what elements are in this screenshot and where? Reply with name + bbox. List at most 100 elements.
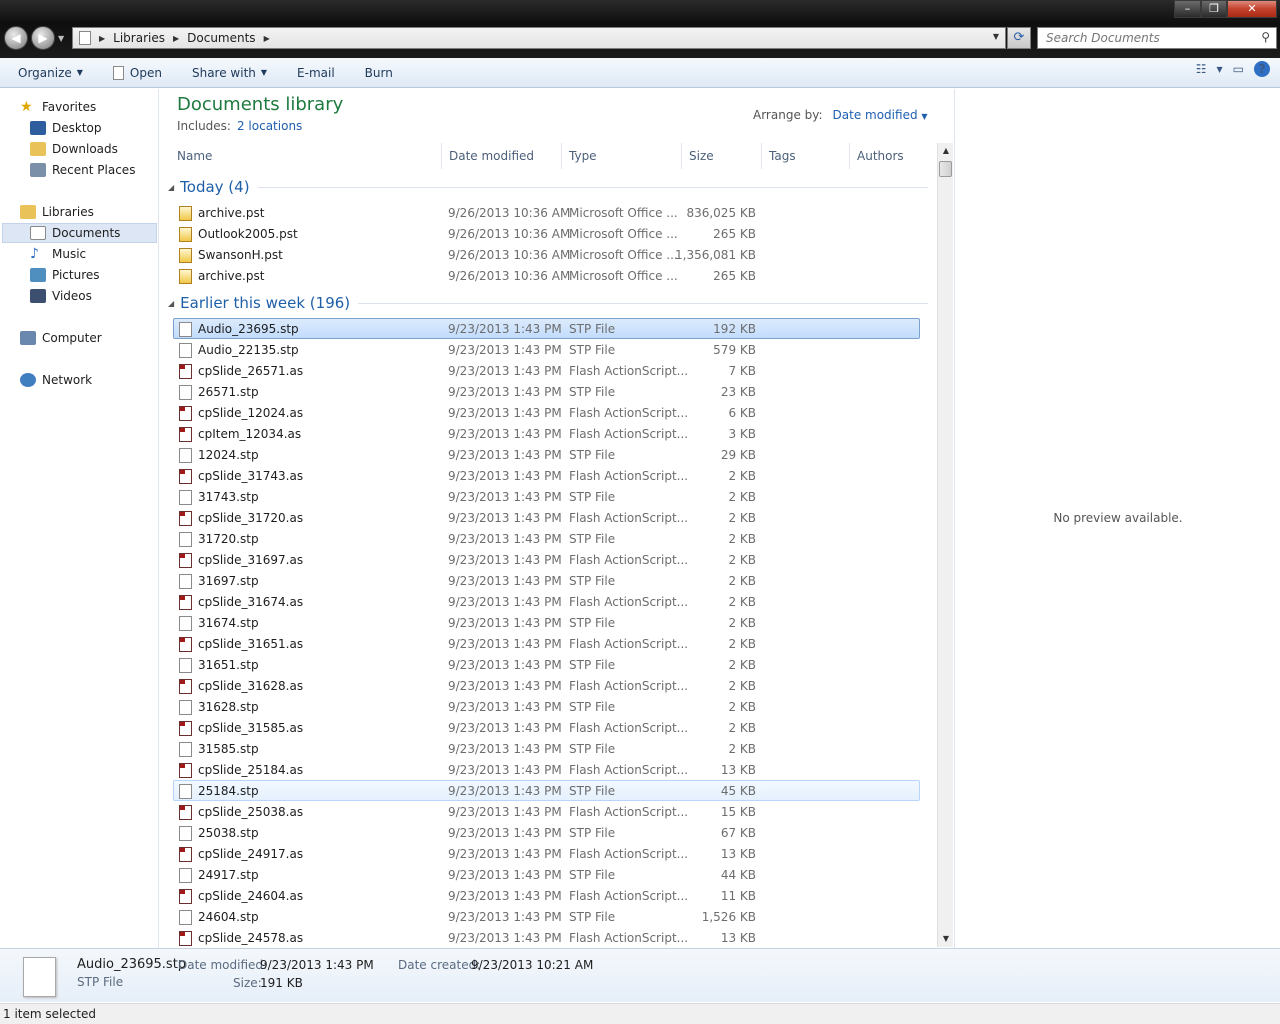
file-row[interactable]: archive.pst 9/26/2013 10:36 AM Microsoft O… bbox=[173, 202, 920, 223]
scroll-down-icon[interactable]: ▼ bbox=[938, 931, 954, 947]
nav-documents[interactable]: Documents bbox=[2, 223, 157, 243]
group-header-earlier-this-week[interactable]: ◢ Earlier this week (196) bbox=[168, 293, 928, 313]
email-button[interactable]: E-mail bbox=[282, 60, 350, 86]
burn-button[interactable]: Burn bbox=[350, 60, 408, 86]
breadcrumb-separator-icon[interactable]: ▶ bbox=[173, 34, 179, 43]
help-icon[interactable]: ? bbox=[1254, 61, 1270, 77]
generic-file-icon bbox=[179, 826, 192, 841]
file-row[interactable]: 24604.stp 9/23/2013 1:43 PM STP File 1,526 … bbox=[173, 906, 920, 927]
scroll-up-icon[interactable]: ▲ bbox=[938, 143, 954, 159]
breadcrumb-separator-icon[interactable]: ▶ bbox=[99, 34, 105, 43]
file-row[interactable]: Outlook2005.pst 9/26/2013 10:36 AM Microso… bbox=[173, 223, 920, 244]
file-row[interactable]: cpSlide_25184.as 9/23/2013 1:43 PM Flash A… bbox=[173, 759, 920, 780]
file-type: Flash ActionScript... bbox=[569, 553, 689, 567]
group-header-today[interactable]: ◢ Today (4) bbox=[168, 177, 928, 197]
view-options-icon[interactable]: ☷ bbox=[1196, 62, 1207, 76]
nav-pictures[interactable]: Pictures bbox=[30, 265, 100, 285]
file-row[interactable]: cpSlide_31743.as 9/23/2013 1:43 PM Flash A… bbox=[173, 465, 920, 486]
file-type: STP File bbox=[569, 574, 616, 588]
recent-pages-dropdown[interactable]: ▼ bbox=[58, 34, 64, 43]
column-name[interactable]: Name bbox=[170, 143, 442, 169]
share-with-button[interactable]: Share with ▼ bbox=[177, 60, 282, 86]
back-button[interactable]: ◀ bbox=[4, 26, 28, 50]
file-row[interactable]: SwansonH.pst 9/26/2013 10:36 AM Microsoft … bbox=[173, 244, 920, 265]
nav-network[interactable]: Network bbox=[20, 370, 92, 390]
nav-desktop[interactable]: Desktop bbox=[30, 118, 102, 138]
nav-recent-places[interactable]: Recent Places bbox=[30, 160, 135, 180]
file-row[interactable]: 12024.stp 9/23/2013 1:43 PM STP File 29 KB bbox=[173, 444, 920, 465]
breadcrumb-separator-icon[interactable]: ▶ bbox=[264, 34, 270, 43]
file-row[interactable]: cpSlide_25038.as 9/23/2013 1:43 PM Flash A… bbox=[173, 801, 920, 822]
nav-music[interactable]: ♪ Music bbox=[30, 244, 86, 264]
file-row[interactable]: cpSlide_12024.as 9/23/2013 1:43 PM Flash A… bbox=[173, 402, 920, 423]
file-row[interactable]: cpSlide_31585.as 9/23/2013 1:43 PM Flash A… bbox=[173, 717, 920, 738]
file-type: Flash ActionScript... bbox=[569, 406, 689, 420]
details-date-created[interactable]: 9/23/2013 10:21 AM bbox=[471, 958, 593, 972]
maximize-button[interactable]: ❐ bbox=[1201, 0, 1227, 18]
file-row[interactable]: 26571.stp 9/23/2013 1:43 PM STP File 23 KB bbox=[173, 381, 920, 402]
refresh-button[interactable]: ⟳ bbox=[1007, 27, 1031, 49]
column-tags[interactable]: Tags bbox=[762, 143, 850, 169]
arrange-by-dropdown[interactable]: Date modified ▼ bbox=[833, 108, 928, 122]
file-row[interactable]: archive.pst 9/26/2013 10:36 AM Microsoft O… bbox=[173, 265, 920, 286]
file-date-modified: 9/23/2013 1:43 PM bbox=[448, 868, 562, 882]
file-row[interactable]: 31697.stp 9/23/2013 1:43 PM STP File 2 KB bbox=[173, 570, 920, 591]
minimize-button[interactable]: – bbox=[1174, 0, 1201, 18]
file-row[interactable]: 24917.stp 9/23/2013 1:43 PM STP File 44 KB bbox=[173, 864, 920, 885]
file-row[interactable]: cpSlide_26571.as 9/23/2013 1:43 PM Flash A… bbox=[173, 360, 920, 381]
actionscript-file-icon bbox=[179, 511, 192, 526]
file-row[interactable]: Audio_22135.stp 9/23/2013 1:43 PM STP File… bbox=[173, 339, 920, 360]
breadcrumb-libraries[interactable]: Libraries bbox=[113, 31, 165, 45]
breadcrumb-documents[interactable]: Documents bbox=[187, 31, 255, 45]
file-row[interactable]: cpSlide_31720.as 9/23/2013 1:43 PM Flash A… bbox=[173, 507, 920, 528]
file-type: STP File bbox=[569, 700, 616, 714]
file-row[interactable]: 25184.stp 9/23/2013 1:43 PM STP File 45 KB bbox=[173, 780, 920, 801]
forward-button[interactable]: ▶ bbox=[31, 26, 55, 50]
nav-favorites[interactable]: ★ Favorites bbox=[20, 97, 96, 117]
file-row[interactable]: cpSlide_24917.as 9/23/2013 1:43 PM Flash A… bbox=[173, 843, 920, 864]
file-row[interactable]: 31585.stp 9/23/2013 1:43 PM STP File 2 KB bbox=[173, 738, 920, 759]
close-button[interactable]: ✕ bbox=[1227, 0, 1277, 18]
scroll-thumb[interactable] bbox=[939, 161, 952, 177]
pictures-icon bbox=[30, 268, 46, 282]
file-row[interactable]: 31720.stp 9/23/2013 1:43 PM STP File 2 KB bbox=[173, 528, 920, 549]
organize-button[interactable]: Organize ▼ bbox=[0, 60, 98, 86]
collapse-triangle-icon[interactable]: ◢ bbox=[168, 299, 174, 308]
column-date-modified[interactable]: Date modified bbox=[442, 143, 562, 169]
file-row[interactable]: 31651.stp 9/23/2013 1:43 PM STP File 2 KB bbox=[173, 654, 920, 675]
collapse-triangle-icon[interactable]: ◢ bbox=[168, 183, 174, 192]
file-row[interactable]: Audio_23695.stp 9/23/2013 1:43 PM STP File… bbox=[173, 318, 920, 339]
column-authors[interactable]: Authors bbox=[850, 143, 934, 169]
nav-downloads[interactable]: Downloads bbox=[30, 139, 118, 159]
search-icon[interactable]: ⚲ bbox=[1261, 30, 1270, 44]
file-row[interactable]: cpSlide_31628.as 9/23/2013 1:43 PM Flash A… bbox=[173, 675, 920, 696]
title-bar: ◀ ▶ ▼ ▶ Libraries ▶ Documents ▶ ▼ ⟳ ⚲ – … bbox=[0, 0, 1280, 58]
file-row[interactable]: 31674.stp 9/23/2013 1:43 PM STP File 2 KB bbox=[173, 612, 920, 633]
file-row[interactable]: cpSlide_31651.as 9/23/2013 1:43 PM Flash A… bbox=[173, 633, 920, 654]
nav-videos[interactable]: Videos bbox=[30, 286, 92, 306]
file-size: 2 KB bbox=[728, 616, 756, 630]
chevron-down-icon[interactable]: ▼ bbox=[1217, 65, 1223, 74]
nav-computer[interactable]: Computer bbox=[20, 328, 102, 348]
open-button[interactable]: Open bbox=[98, 60, 177, 86]
nav-libraries[interactable]: Libraries bbox=[20, 202, 94, 222]
address-bar[interactable]: ▶ Libraries ▶ Documents ▶ ▼ bbox=[72, 27, 1006, 49]
address-dropdown-icon[interactable]: ▼ bbox=[993, 32, 999, 41]
file-row[interactable]: 31743.stp 9/23/2013 1:43 PM STP File 2 KB bbox=[173, 486, 920, 507]
search-box[interactable]: ⚲ bbox=[1037, 27, 1277, 49]
column-size[interactable]: Size bbox=[682, 143, 762, 169]
file-row[interactable]: cpItem_12034.as 9/23/2013 1:43 PM Flash Ac… bbox=[173, 423, 920, 444]
vertical-scrollbar[interactable]: ▲ ▼ bbox=[937, 143, 953, 947]
file-size: 579 KB bbox=[713, 343, 756, 357]
search-input[interactable] bbox=[1038, 28, 1248, 48]
preview-pane-toggle-icon[interactable]: ▭ bbox=[1233, 62, 1244, 76]
locations-link[interactable]: 2 locations bbox=[237, 119, 302, 133]
file-row[interactable]: cpSlide_24578.as 9/23/2013 1:43 PM Flash A… bbox=[173, 927, 920, 948]
file-row[interactable]: cpSlide_31674.as 9/23/2013 1:43 PM Flash A… bbox=[173, 591, 920, 612]
file-row[interactable]: 31628.stp 9/23/2013 1:43 PM STP File 2 KB bbox=[173, 696, 920, 717]
file-row[interactable]: cpSlide_24604.as 9/23/2013 1:43 PM Flash A… bbox=[173, 885, 920, 906]
details-date-modified[interactable]: 9/23/2013 1:43 PM bbox=[260, 958, 374, 972]
file-row[interactable]: 25038.stp 9/23/2013 1:43 PM STP File 67 KB bbox=[173, 822, 920, 843]
column-type[interactable]: Type bbox=[562, 143, 682, 169]
file-row[interactable]: cpSlide_31697.as 9/23/2013 1:43 PM Flash A… bbox=[173, 549, 920, 570]
